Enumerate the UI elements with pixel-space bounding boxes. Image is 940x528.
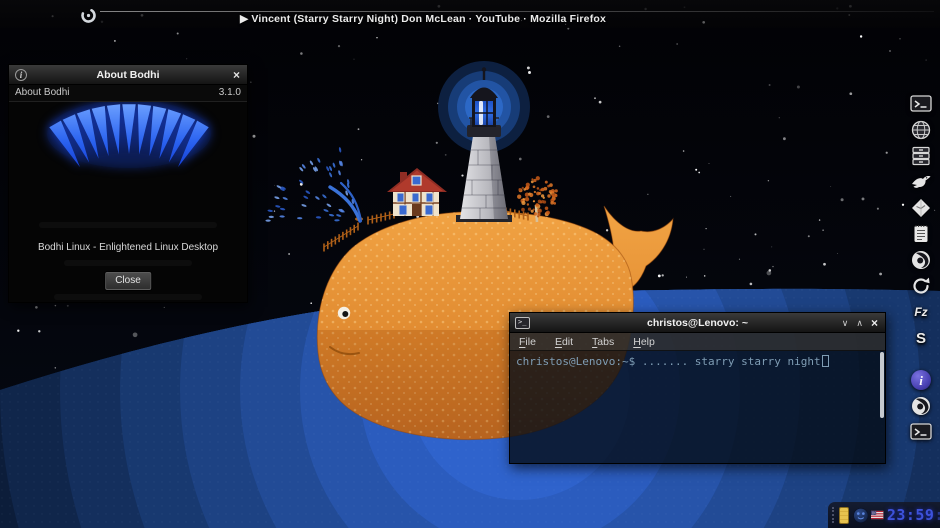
about-close-button[interactable]: Close	[105, 272, 151, 290]
about-bodhi-window: i About Bodhi × About Bodhi 3.1.0 Bodhi …	[8, 64, 248, 303]
dock-filezilla-icon[interactable]: Fz	[907, 300, 935, 324]
dock-skype-icon[interactable]: S	[907, 326, 935, 350]
keyboard-layout-flag-icon[interactable]	[871, 510, 884, 520]
dock-firefox-icon[interactable]	[907, 248, 935, 272]
menu-file[interactable]: File	[519, 336, 536, 348]
faded-credits-line	[39, 222, 217, 228]
menu-edit[interactable]: Edit	[555, 336, 573, 348]
taskbar-window-title[interactable]: ▶ Vincent (Starry Starry Night) Don McLe…	[240, 13, 606, 25]
terminal-titlebar[interactable]: >_ christos@Lenovo: ~ ∨ ∧ ×	[510, 313, 885, 333]
raise-icon[interactable]: ∧	[856, 314, 863, 332]
notes-tray-icon[interactable]	[838, 506, 849, 524]
info-icon: i	[15, 68, 27, 81]
about-titlebar[interactable]: i About Bodhi ×	[9, 65, 247, 85]
terminal-scrollbar[interactable]	[880, 352, 884, 418]
faded-credits-line	[64, 260, 192, 266]
taskbar-terminal-icon[interactable]	[907, 420, 935, 444]
clock-suffix: :	[934, 506, 940, 524]
info-icon: i	[911, 370, 931, 390]
taskbar-firefox-icon[interactable]	[907, 394, 935, 418]
menu-tabs[interactable]: Tabs	[592, 336, 614, 348]
terminal-cursor	[821, 355, 829, 367]
about-window-title: About Bodhi	[96, 68, 160, 81]
close-icon[interactable]: ×	[226, 66, 247, 84]
close-icon[interactable]: ×	[871, 314, 878, 332]
house	[387, 168, 447, 216]
dock: Fz S i	[905, 92, 937, 446]
enlightenment-swirl-icon[interactable]	[80, 7, 97, 24]
dock-update-swirl-icon[interactable]	[907, 274, 935, 298]
terminal-content[interactable]: christos@Lenovo:~$ ....... starry starry…	[510, 351, 885, 463]
blue-orb-icon[interactable]	[853, 506, 869, 525]
desktop: ▶ Vincent (Starry Starry Night) Don McLe…	[0, 0, 940, 528]
tray-drag-handle[interactable]	[832, 507, 836, 523]
whale-spout	[265, 147, 363, 223]
faded-credits-line	[54, 294, 202, 300]
shelf-divider	[100, 11, 934, 12]
about-app-label: About Bodhi	[15, 87, 70, 98]
terminal-window-title: christos@Lenovo: ~	[647, 316, 748, 329]
dock-file-manager-icon[interactable]	[907, 144, 935, 168]
about-tagline: Bodhi Linux - Enlightened Linux Desktop	[37, 242, 219, 253]
terminal-menubar: File Edit Tabs Help	[510, 333, 885, 351]
dock-notes-icon[interactable]	[907, 222, 935, 246]
menu-help[interactable]: Help	[633, 336, 655, 348]
taskbar-about-bodhi-icon[interactable]: i	[907, 368, 935, 392]
about-body: Bodhi Linux - Enlightened Linux Desktop …	[9, 102, 247, 302]
bodhi-flame-logo	[47, 102, 211, 168]
dock-inkscape-icon[interactable]	[907, 196, 935, 220]
terminal-icon: >_	[515, 316, 530, 329]
terminal-window: >_ christos@Lenovo: ~ ∨ ∧ × File Edit Ta…	[509, 312, 886, 464]
shade-icon[interactable]: ∨	[842, 314, 849, 332]
dock-web-browser-icon[interactable]	[907, 118, 935, 142]
dock-terminal-icon[interactable]	[907, 92, 935, 116]
clock[interactable]: 23:59	[887, 506, 935, 524]
top-shelf[interactable]: ▶ Vincent (Starry Starry Night) Don McLe…	[0, 0, 940, 28]
lighthouse	[438, 61, 530, 222]
terminal-prompt-line: christos@Lenovo:~$ ....... starry starry…	[516, 355, 821, 368]
dock-bird-icon[interactable]	[907, 170, 935, 194]
about-header: About Bodhi 3.1.0	[9, 85, 247, 102]
system-tray: 23:59 :	[828, 502, 940, 528]
about-version: 3.1.0	[218, 87, 241, 98]
